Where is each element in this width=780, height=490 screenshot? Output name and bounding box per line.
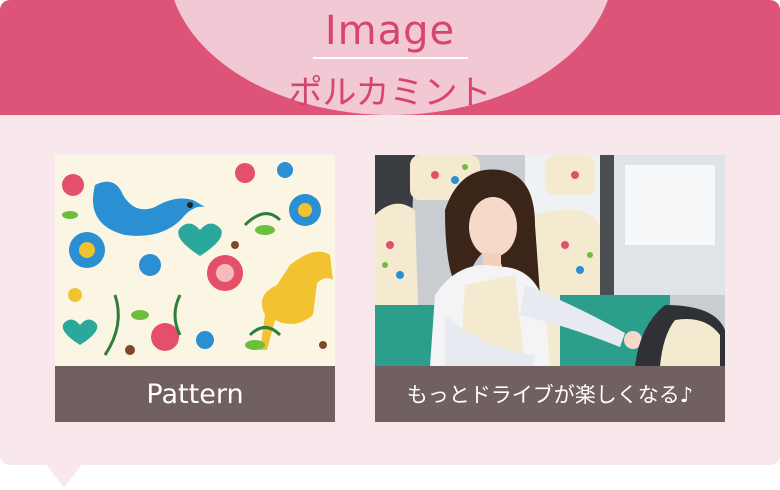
- pattern-tile[interactable]: Pattern: [55, 155, 335, 422]
- title-english: Image: [324, 8, 456, 54]
- floral-pattern-image: [55, 155, 335, 366]
- speech-pointer: [46, 464, 82, 488]
- car-photo-caption: もっとドライブが楽しくなる♪: [375, 366, 725, 422]
- car-photo-tile[interactable]: もっとドライブが楽しくなる♪: [375, 155, 725, 422]
- image-panel: Image ポルカミント Pattern もっとドライブが楽しくなる♪: [0, 0, 780, 465]
- title-japanese: ポルカミント: [288, 73, 492, 113]
- title-underline: [313, 57, 468, 59]
- car-interior-photo: [375, 155, 725, 366]
- pattern-caption: Pattern: [55, 366, 335, 422]
